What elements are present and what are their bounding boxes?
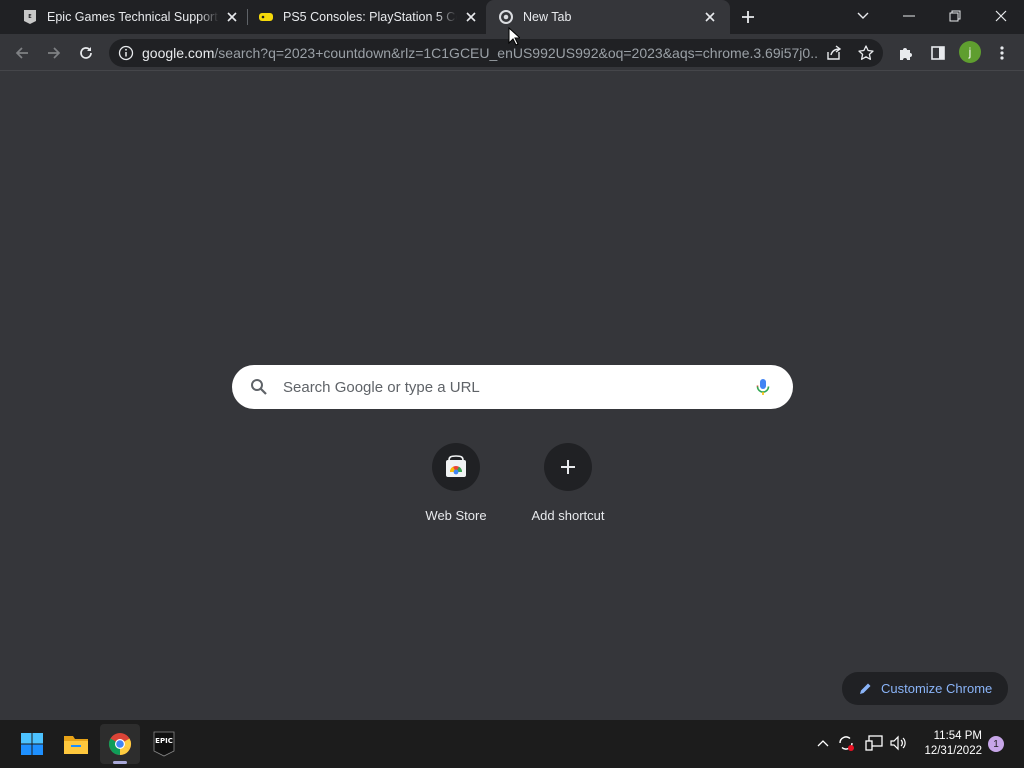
tab-new-tab[interactable]: New Tab bbox=[486, 0, 730, 34]
close-tab-icon[interactable] bbox=[223, 8, 241, 26]
tab-epic-games-support[interactable]: E Epic Games Technical Support & Custome… bbox=[12, 0, 246, 34]
mouse-cursor-icon bbox=[508, 27, 520, 46]
restore-button[interactable] bbox=[932, 0, 978, 32]
side-panel-icon bbox=[931, 46, 945, 60]
tab-title: PS5 Consoles: PlayStation 5 Console bbox=[283, 10, 457, 24]
microphone-icon[interactable] bbox=[753, 377, 773, 397]
customize-chrome-label: Customize Chrome bbox=[881, 681, 993, 696]
epic-games-launcher-button[interactable]: EPIC bbox=[144, 724, 184, 764]
windows-taskbar: EPIC 11:54 PM 12/31/2022 bbox=[0, 720, 1024, 768]
svg-text:EPIC: EPIC bbox=[155, 737, 173, 745]
network-icon bbox=[865, 735, 883, 751]
clock-date: 12/31/2022 bbox=[924, 745, 982, 757]
search-input[interactable] bbox=[283, 376, 743, 398]
volume-tray[interactable] bbox=[889, 733, 909, 753]
reload-button[interactable] bbox=[73, 40, 99, 66]
show-hidden-icons-button[interactable] bbox=[813, 733, 833, 753]
notification-badge[interactable]: 1 bbox=[988, 736, 1004, 752]
clock-time: 11:54 PM bbox=[933, 730, 982, 742]
forward-button[interactable] bbox=[41, 40, 67, 66]
playstation-icon bbox=[258, 9, 274, 25]
taskbar-clock[interactable]: 11:54 PM 12/31/2022 bbox=[918, 729, 982, 759]
url-path: /search?q=2023+countdown&rlz=1C1GCEU_enU… bbox=[214, 45, 818, 61]
chrome-menu-button[interactable] bbox=[989, 40, 1015, 66]
shortcut-web-store[interactable]: Web Store bbox=[400, 443, 512, 527]
profile-avatar[interactable]: j bbox=[959, 41, 981, 63]
close-tab-icon[interactable] bbox=[701, 8, 719, 26]
back-button[interactable] bbox=[9, 40, 35, 66]
restore-icon bbox=[949, 10, 961, 22]
plus-icon bbox=[742, 11, 754, 23]
url-host: google.com bbox=[142, 45, 215, 61]
reload-icon bbox=[80, 47, 92, 59]
windows-start-icon bbox=[21, 733, 43, 755]
tab-ps5-consoles[interactable]: PS5 Consoles: PlayStation 5 Console bbox=[248, 0, 486, 34]
shortcut-icon-circle bbox=[432, 443, 480, 491]
chrome-icon bbox=[498, 9, 514, 25]
sync-status-tray[interactable] bbox=[836, 733, 856, 753]
shortcut-add[interactable]: Add shortcut bbox=[512, 443, 624, 527]
ntp-search-box[interactable] bbox=[232, 365, 793, 409]
side-panel-button[interactable] bbox=[925, 40, 951, 66]
chrome-icon bbox=[109, 733, 131, 755]
share-icon[interactable] bbox=[825, 44, 843, 62]
shortcut-label: Add shortcut bbox=[531, 508, 605, 523]
shortcut-label: Web Store bbox=[425, 508, 487, 523]
info-icon[interactable] bbox=[118, 45, 134, 61]
file-explorer-button[interactable] bbox=[56, 724, 96, 764]
bookmark-star-icon[interactable] bbox=[857, 44, 875, 62]
extensions-button[interactable] bbox=[893, 40, 919, 66]
web-store-icon bbox=[446, 455, 466, 477]
minimize-button[interactable] bbox=[886, 0, 932, 32]
customize-chrome-button[interactable]: Customize Chrome bbox=[842, 672, 1008, 705]
chrome-taskbar-button[interactable] bbox=[100, 724, 140, 764]
close-icon bbox=[995, 10, 1007, 22]
speaker-icon bbox=[890, 735, 906, 751]
tab-title: Epic Games Technical Support & Customer … bbox=[47, 10, 219, 24]
minimize-icon bbox=[903, 15, 915, 17]
url-text[interactable]: google.com/search?q=2023+countdown&rlz=1… bbox=[142, 45, 818, 61]
network-tray[interactable] bbox=[864, 733, 884, 753]
active-app-indicator bbox=[113, 761, 127, 764]
puzzle-icon bbox=[900, 48, 912, 60]
pencil-icon bbox=[860, 683, 871, 694]
new-tab-button[interactable] bbox=[738, 7, 758, 27]
sync-error-icon bbox=[839, 736, 854, 751]
chevron-down-icon bbox=[857, 12, 869, 19]
search-icon bbox=[251, 379, 267, 395]
epic-games-icon: EPIC bbox=[153, 731, 175, 757]
close-window-button[interactable] bbox=[978, 0, 1024, 32]
close-tab-icon[interactable] bbox=[462, 8, 480, 26]
more-vert-icon bbox=[1000, 46, 1004, 60]
start-button[interactable] bbox=[12, 724, 52, 764]
epic-games-icon: E bbox=[22, 9, 38, 25]
arrow-right-icon bbox=[48, 47, 61, 59]
plus-icon bbox=[561, 460, 575, 474]
file-explorer-icon bbox=[64, 736, 88, 754]
shortcut-icon-circle bbox=[544, 443, 592, 491]
tab-title: New Tab bbox=[523, 10, 572, 24]
chevron-up-icon bbox=[817, 740, 829, 747]
arrow-left-icon bbox=[15, 47, 28, 59]
address-bar[interactable]: google.com/search?q=2023+countdown&rlz=1… bbox=[109, 39, 883, 67]
tab-search-button[interactable] bbox=[840, 0, 886, 32]
svg-text:E: E bbox=[28, 14, 32, 20]
